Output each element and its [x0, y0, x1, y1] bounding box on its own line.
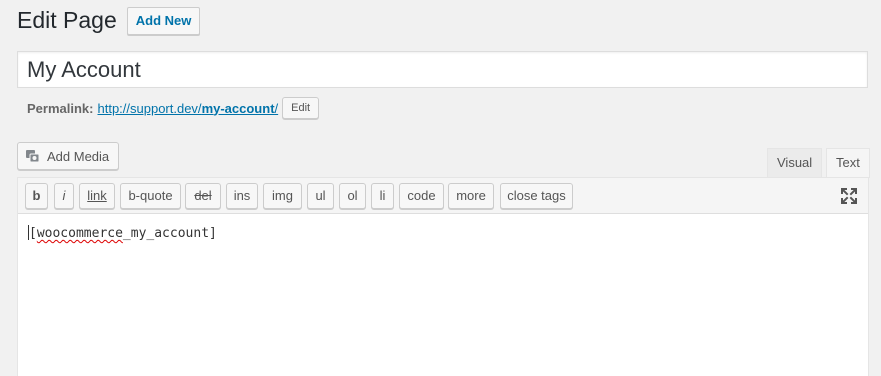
quicktag-code-button[interactable]: code — [399, 183, 444, 209]
content-rest: _my_account] — [122, 226, 217, 241]
edit-page-screen: Edit Page Add New My Account Permalink: … — [0, 0, 881, 376]
text-editor: b i link b-quote del ins img ul ol li co… — [17, 177, 869, 376]
permalink-slug: my-account — [201, 100, 275, 116]
fullscreen-icon[interactable] — [840, 187, 858, 205]
content-open: [ — [29, 226, 37, 241]
quicktag-more-button[interactable]: more — [448, 183, 494, 209]
permalink-edit-button[interactable]: Edit — [282, 97, 320, 119]
page-title: Edit Page — [17, 7, 117, 33]
quicktag-img-button[interactable]: img — [263, 183, 302, 209]
quicktag-italic-button[interactable]: i — [54, 183, 74, 209]
quicktag-ul-button[interactable]: ul — [307, 183, 334, 209]
add-media-label: Add Media — [47, 148, 110, 164]
quicktag-bold-button[interactable]: b — [25, 183, 48, 209]
permalink-link[interactable]: http://support.dev/my-account/ — [97, 101, 278, 116]
media-camera-icon — [25, 148, 41, 164]
page-heading: Edit Page Add New — [17, 6, 201, 35]
permalink-url-suffix: / — [274, 100, 279, 116]
quicktag-ol-button[interactable]: ol — [339, 183, 366, 209]
permalink-row: Permalink: http://support.dev/my-account… — [27, 97, 320, 119]
quicktag-ins-button[interactable]: ins — [226, 183, 258, 209]
quicktag-li-button[interactable]: li — [371, 183, 394, 209]
add-new-button[interactable]: Add New — [126, 6, 201, 35]
quicktag-close-tags-button[interactable]: close tags — [500, 183, 573, 209]
editor-content[interactable]: [woocommerce_my_account] — [28, 225, 217, 241]
permalink-label: Permalink: — [27, 100, 94, 116]
quicktag-link-button[interactable]: link — [79, 183, 115, 209]
tab-visual[interactable]: Visual — [767, 148, 823, 177]
quicktag-del-button[interactable]: del — [185, 183, 221, 209]
add-media-button[interactable]: Add Media — [17, 142, 120, 170]
quicktag-blockquote-button[interactable]: b-quote — [120, 183, 181, 209]
quicktags-toolbar: b i link b-quote del ins img ul ol li co… — [18, 178, 868, 214]
tab-text[interactable]: Text — [826, 148, 870, 178]
permalink-url-base: http://support.dev/ — [97, 100, 202, 116]
title-input[interactable]: My Account — [17, 51, 868, 88]
content-misspelled-word: woocommerce — [36, 226, 123, 241]
